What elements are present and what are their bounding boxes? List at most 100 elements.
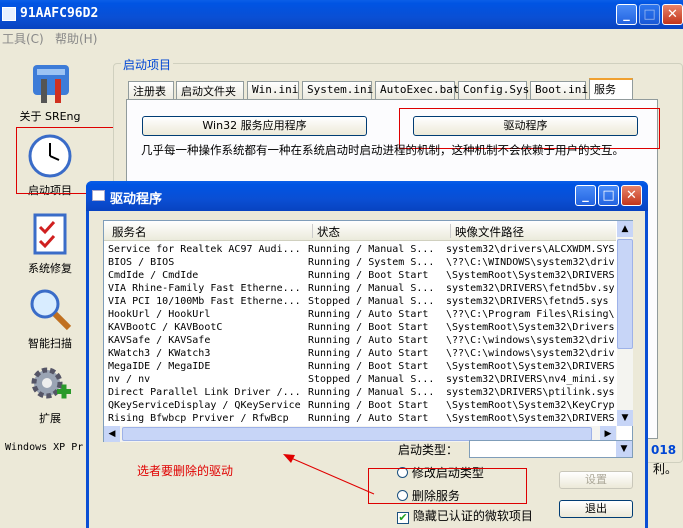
table-row[interactable]: Service for Realtek AC97 Audi... Running … [104,243,614,256]
sidebar-item-about[interactable]: 关于 SREng [15,58,85,124]
startup-type-label: 启动类型： [398,443,459,457]
tab-registry[interactable]: 注册表 [128,81,174,99]
cell-image-path: \SystemRoot\System32\DRIVERS [446,361,614,372]
cell-service-name: Service for Realtek AC97 Audi... [108,244,301,255]
cell-status: Stopped / Manual S... [308,296,435,307]
cell-service-name: KWatch3 / KWatch3 [108,348,211,359]
cell-service-name: HookUrl / HookUrl [108,309,211,320]
table-row[interactable]: VIA PCI 10/100Mb Fast Etherne... Stopped … [104,295,614,308]
column-header-name[interactable]: 服务名 [112,224,147,240]
status-suffix: 利。 [653,462,678,476]
menu-help[interactable]: 帮助(H) [55,30,97,47]
cell-service-name: Rising Bfwbcp Prviver / RfwBcp [108,413,289,424]
driver-list[interactable]: 服务名 状态 映像文件路径 Service for Realtek AC97 A… [103,220,633,442]
sidebar-label: 智能扫描 [28,337,72,350]
tab-boot-ini[interactable]: Boot.ini [530,81,588,99]
set-button[interactable]: 设置 [559,471,633,489]
dialog-minimize-button[interactable]: _ [575,185,596,206]
cell-image-path: system32\DRIVERS\ptilink.sys [446,387,614,398]
table-row[interactable]: KAVBootC / KAVBootC Running / Boot Start \… [104,321,614,334]
tab-startup-folder[interactable]: 启动文件夹 [176,81,244,99]
list-header: 服务名 状态 映像文件路径 [104,221,616,241]
cell-status: Running / Manual S... [308,387,435,398]
column-header-path[interactable]: 映像文件路径 [450,224,524,239]
dialog-title-bar: 驱动程序 _ □ ✕ [86,181,648,211]
table-row[interactable]: MegaIDE / MegaIDE Running / Boot Start \Sy… [104,360,614,373]
tab-autoexec[interactable]: AutoExec.bat [375,81,459,99]
table-row[interactable]: KAVSafe / KAVSafe Running / Auto Start \??… [104,334,614,347]
minimize-button[interactable]: _ [616,4,637,25]
sidebar-item-extend[interactable]: 扩展 [15,360,85,426]
scroll-up-arrow[interactable]: ▲ [617,221,633,237]
cell-status: Running / Auto Start [308,309,429,320]
checklist-icon [26,210,74,258]
chevron-down-icon[interactable]: ▼ [616,441,632,457]
scroll-thumb[interactable] [617,239,633,349]
cell-image-path: system32\DRIVERS\fetnd5bv.sy [446,283,614,294]
cell-service-name: nv / nv [108,374,151,385]
cell-image-path: \SystemRoot\System32\DRIVERS [446,413,614,424]
exit-button[interactable]: 退出 [559,500,633,518]
cell-image-path: \??\C:\WINDOWS\system32\driv [446,257,614,268]
cell-service-name: KAVSafe / KAVSafe [108,335,211,346]
cell-image-path: \SystemRoot\System32\KeyCryp [446,400,614,411]
status-left: Windows XP Pr [5,442,84,453]
table-row[interactable]: KWatch3 / KWatch3 Running / Auto Start \??… [104,347,614,360]
hide-microsoft-checkbox[interactable]: ✔ 隐藏已认证的微软项目 [397,507,533,524]
cell-status: Running / Manual S... [308,244,435,255]
maximize-button[interactable]: □ [639,4,660,25]
annotation-text: 选者要删除的驱动 [137,464,234,478]
dialog-close-button[interactable]: ✕ [621,185,642,206]
scroll-down-arrow[interactable]: ▼ [617,410,633,426]
cell-status: Running / Boot Start [308,322,429,333]
cell-service-name: BIOS / BIOS [108,257,175,268]
cell-status: Running / Auto Start [308,348,429,359]
tab-win-ini[interactable]: Win.ini [247,81,299,99]
magnifier-icon [26,285,74,333]
annotation-arrow [283,454,375,495]
gear-plus-icon [26,360,74,408]
dialog-maximize-button[interactable]: □ [598,185,619,206]
table-row[interactable]: CmdIde / CmdIde Running / Boot Start \Syst… [104,269,614,282]
cell-status: Running / Boot Start [308,270,429,281]
sidebar-label: 系统修复 [28,262,72,275]
cell-image-path: \??\C:\Program Files\Rising\ [446,309,614,320]
tools-icon [26,58,74,106]
cell-service-name: CmdIde / CmdIde [108,270,199,281]
status-year: 018 [651,443,677,457]
cell-image-path: \??\C:\windows\system32\driv [446,335,614,346]
table-row[interactable]: Direct Parallel Link Driver /... Running … [104,386,614,399]
tab-services[interactable]: 服务 [589,78,633,99]
cell-service-name: KAVBootC / KAVBootC [108,322,223,333]
hscroll-left-arrow[interactable]: ◀ [104,426,120,442]
sidebar-item-scan[interactable]: 智能扫描 [15,285,85,351]
table-row[interactable]: BIOS / BIOS Running / System S... \??\C:\W… [104,256,614,269]
table-row[interactable]: QKeyServiceDisplay / QKeyService Running … [104,399,614,412]
group-title: 启动项目 [121,56,174,73]
close-button[interactable]: ✕ [662,4,683,25]
column-header-status[interactable]: 状态 [312,224,340,239]
app-icon [2,7,16,21]
cell-image-path: \??\C:\windows\system32\driv [446,348,614,359]
tab-system-ini[interactable]: System.ini [302,81,373,99]
cell-image-path: system32\DRIVERS\nv4_mini.sy [446,374,614,385]
table-row[interactable]: Rising Bfwbcp Prviver / RfwBcp Running / … [104,412,614,425]
cell-image-path: \SystemRoot\System32\DRIVERS [446,270,614,281]
cell-status: Running / Auto Start [308,413,429,424]
cell-status: Running / System S... [308,257,435,268]
table-row[interactable]: HookUrl / HookUrl Running / Auto Start \??… [104,308,614,321]
sidebar-item-repair[interactable]: 系统修复 [15,210,85,276]
dialog-title: 驱动程序 [110,192,163,207]
cell-image-path: system32\DRIVERS\fetnd5.sys [446,296,609,307]
vertical-scrollbar[interactable]: ▲ ▼ [617,221,633,426]
menu-tools[interactable]: 工具(C) [2,30,44,47]
main-window-title: 91AAFC96D2 [20,6,99,21]
cell-service-name: VIA Rhine-Family Fast Etherne... [108,283,301,294]
main-title-bar: 91AAFC96D2 _ □ ✕ [0,0,683,29]
table-row[interactable]: nv / nv Stopped / Manual S... system32\DRI… [104,373,614,386]
tab-config-sys[interactable]: Config.Sys [458,81,529,99]
startup-type-select[interactable]: ▼ [469,440,633,458]
win32-services-button[interactable]: Win32 服务应用程序 [142,116,367,136]
cell-service-name: MegaIDE / MegaIDE [108,361,211,372]
table-row[interactable]: VIA Rhine-Family Fast Etherne... Running … [104,282,614,295]
